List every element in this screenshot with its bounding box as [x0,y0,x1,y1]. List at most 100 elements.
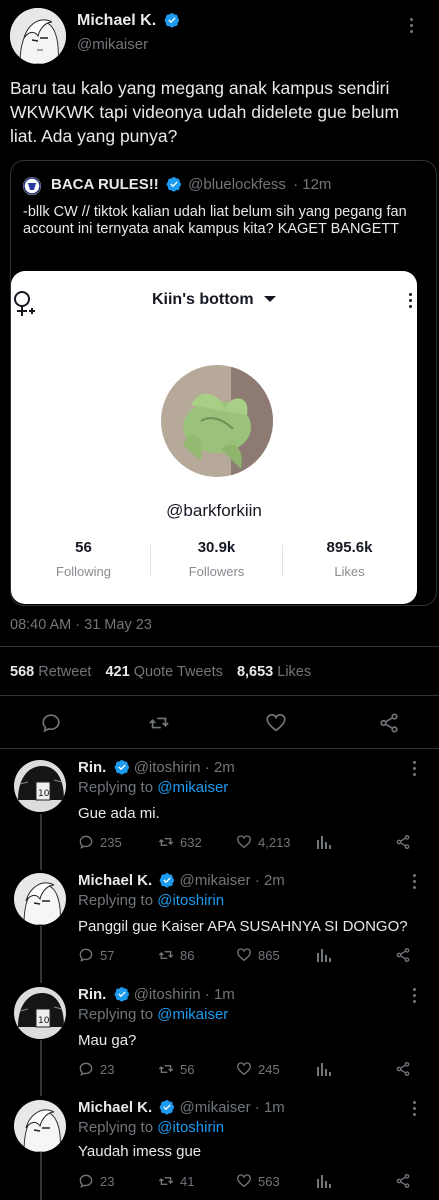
retweet-action[interactable]: 41 [158,1173,194,1189]
reply-handle: @itoshirin [133,759,201,776]
reply-time: · 1m [254,1099,285,1116]
manga-character-avatar-image: 10 [14,987,66,1039]
reply-icon [79,835,93,849]
stat-divider [150,545,151,577]
retweet-action[interactable]: 632 [158,834,202,850]
retweet-action[interactable]: 56 [158,1061,194,1077]
reply-icon [79,1174,93,1188]
divider [0,646,439,647]
divider [0,748,439,749]
quoted-text: -bllk CW // tiktok kalian udah liat belu… [23,204,407,237]
like-count-link[interactable]: 8,653 Likes [237,664,311,680]
reply-tweet[interactable]: Michael K. @mikaiser · 2m Replying to @i… [0,869,439,977]
tweet-stats-row: 568 Retweet 421 Quote Tweets 8,653 Likes [10,664,311,680]
analytics-icon[interactable] [316,1061,332,1077]
share-icon[interactable] [395,834,411,850]
replying-to: Replying to @itoshirin [78,892,225,909]
reply-text: Yaudah imess gue [78,1143,202,1160]
share-icon[interactable] [378,712,400,734]
reply-tweet[interactable]: 10 Rin. @itoshirin · 1m Replying to @mik… [0,983,439,1091]
reply-action[interactable]: 23 [78,1061,114,1077]
verified-badge-icon [166,177,181,192]
mention-link[interactable]: @itoshirin [157,892,224,909]
tiktok-stat-followers: 30.9k Followers [188,539,245,579]
reply-action[interactable]: 235 [78,834,122,850]
retweet-count-link[interactable]: 568 Retweet [10,664,91,680]
like-action[interactable]: 865 [236,947,280,963]
analytics-icon[interactable] [316,1173,332,1189]
stat-divider [282,545,283,577]
more-options-icon[interactable] [413,874,417,892]
quoted-time: · 12m [293,176,332,193]
tiktok-username: @barkforkiin [166,501,262,520]
like-action[interactable]: 245 [236,1061,280,1077]
reply-time: · 1m [204,986,235,1003]
reply-action[interactable]: 57 [78,947,114,963]
replying-to: Replying to @mikaiser [78,779,229,796]
reply-time: · 2m [254,872,285,889]
mention-link[interactable]: @mikaiser [157,779,228,796]
verified-badge-icon [164,13,179,28]
more-options-icon[interactable] [413,1101,417,1119]
reply-icon [79,948,93,962]
analytics-icon[interactable] [316,834,332,850]
analytics-icon[interactable] [316,947,332,963]
reply-avatar[interactable]: 10 [14,987,66,1039]
reply-handle: @mikaiser [179,872,251,889]
retweet-icon[interactable] [148,712,170,734]
tiktok-menu-icon [409,293,413,311]
plush-toy-photo [161,365,273,477]
reply-display-name: Michael K. [78,1099,153,1116]
quote-count-link[interactable]: 421 Quote Tweets [105,664,222,680]
reply-icon[interactable] [40,712,62,734]
reply-author-row: Michael K. @mikaiser · 1m [78,1099,285,1116]
author-avatar[interactable] [10,8,66,64]
svg-text:10: 10 [38,1016,50,1026]
reply-text: Panggil gue Kaiser APA SUSAHNYA SI DONGO… [78,918,408,935]
retweet-action[interactable]: 86 [158,947,194,963]
quoted-author-row: BACA RULES!! @bluelockfess · 12m [51,176,331,193]
like-icon[interactable] [265,712,287,734]
more-options-icon[interactable] [413,988,417,1006]
anime-character-avatar-image [14,873,66,925]
share-icon[interactable] [395,1173,411,1189]
mention-link[interactable]: @itoshirin [157,1119,224,1136]
reply-display-name: Rin. [78,986,107,1003]
reply-display-name: Michael K. [78,872,153,889]
reply-avatar[interactable] [14,873,66,925]
quoted-tweet-card[interactable]: BACA RULES!! @bluelockfess · 12m -bllk C… [10,160,437,606]
share-icon[interactable] [395,947,411,963]
quoted-display-name: BACA RULES!! [51,176,159,193]
tiktok-profile-photo [161,365,273,477]
like-icon [236,835,252,849]
reply-tweet[interactable]: Michael K. @mikaiser · 1m Replying to @i… [0,1096,439,1200]
like-action[interactable]: 4,213 [236,834,291,850]
tiktok-stats: 56 Following 30.9k Followers 895.6k Like… [11,539,417,583]
reply-text: Mau ga? [78,1032,137,1049]
tiktok-stat-likes: 895.6k Likes [326,539,373,579]
retweet-icon [158,1177,174,1185]
replying-to: Replying to @itoshirin [78,1119,225,1136]
tiktok-account-name-row: Kiin's bottom [11,291,417,309]
reply-action[interactable]: 23 [78,1173,114,1189]
mention-link[interactable]: @mikaiser [157,1006,228,1023]
like-icon [236,1174,252,1188]
tweet-timestamp[interactable]: 08:40 AM · 31 May 23 [10,617,152,633]
author-name-row: Michael K. [77,12,180,30]
reply-icon [79,1062,93,1076]
author-display-name[interactable]: Michael K. [77,12,156,29]
divider [0,695,439,696]
reply-avatar[interactable] [14,1100,66,1152]
reply-tweet[interactable]: 10 Rin. @itoshirin · 2m Replying to @mik… [0,756,439,864]
like-icon [236,1062,252,1076]
like-action[interactable]: 563 [236,1173,280,1189]
tiktok-profile-image: Kiin's bottom @barkforkiin 56 Following [11,271,417,604]
reply-display-name: Rin. [78,759,107,776]
replying-to: Replying to @mikaiser [78,1006,229,1023]
more-options-icon[interactable] [413,761,417,779]
author-handle[interactable]: @mikaiser [77,36,148,53]
share-icon[interactable] [395,1061,411,1077]
dropdown-caret-icon [264,296,277,302]
reply-avatar[interactable]: 10 [14,760,66,812]
more-options-icon[interactable] [410,18,414,36]
